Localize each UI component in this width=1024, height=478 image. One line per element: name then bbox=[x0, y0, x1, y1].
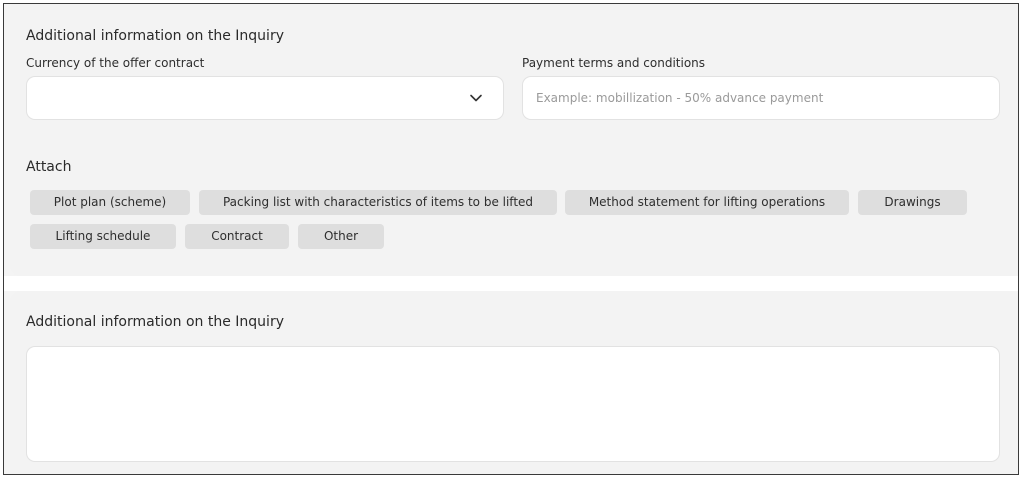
inquiry-form: Additional information on the Inquiry Cu… bbox=[3, 3, 1019, 475]
payment-terms-field[interactable] bbox=[522, 76, 1000, 120]
additional-info-textarea-box[interactable] bbox=[26, 346, 1000, 462]
chip-method-statement[interactable]: Method statement for lifting operations bbox=[565, 190, 849, 215]
chip-drawings[interactable]: Drawings bbox=[858, 190, 967, 215]
section-divider bbox=[4, 276, 1018, 291]
chip-contract[interactable]: Contract bbox=[185, 224, 289, 249]
section-title: Additional information on the Inquiry bbox=[26, 28, 284, 44]
section-title-2: Additional information on the Inquiry bbox=[26, 314, 284, 330]
chip-packing-list[interactable]: Packing list with characteristics of ite… bbox=[199, 190, 557, 215]
chip-other[interactable]: Other bbox=[298, 224, 384, 249]
chip-lifting-schedule[interactable]: Lifting schedule bbox=[30, 224, 176, 249]
payment-label: Payment terms and conditions bbox=[522, 56, 706, 70]
additional-info-panel: Additional information on the Inquiry Cu… bbox=[10, 4, 1018, 276]
chip-plot-plan[interactable]: Plot plan (scheme) bbox=[30, 190, 190, 215]
chevron-down-icon[interactable] bbox=[469, 91, 483, 105]
attach-title: Attach bbox=[26, 159, 72, 175]
payment-terms-input[interactable] bbox=[523, 77, 999, 119]
additional-info-text-panel: Additional information on the Inquiry bbox=[10, 291, 1018, 474]
currency-label: Currency of the offer contract bbox=[26, 56, 205, 70]
currency-select[interactable] bbox=[26, 76, 504, 120]
additional-info-textarea[interactable] bbox=[27, 347, 999, 461]
